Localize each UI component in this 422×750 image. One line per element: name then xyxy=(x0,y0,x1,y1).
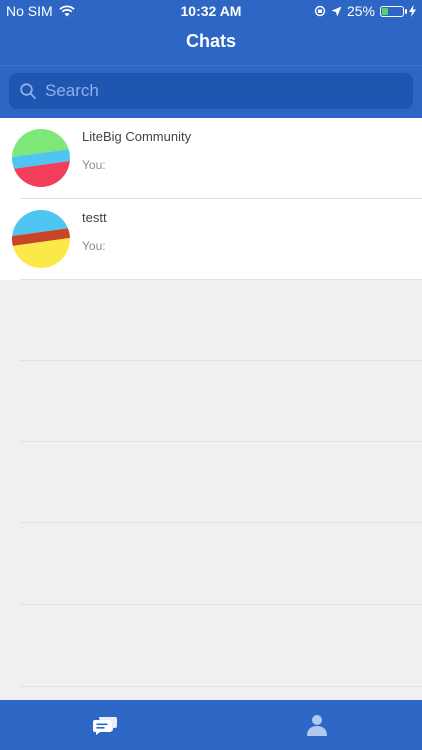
search-bar[interactable] xyxy=(9,73,413,109)
battery-icon xyxy=(380,5,407,17)
person-icon xyxy=(306,715,327,736)
row-divider xyxy=(20,279,422,280)
navigation-header: No SIM 10:32 AM 25% Chats xyxy=(0,0,422,118)
header-divider xyxy=(0,65,422,66)
search-input[interactable] xyxy=(43,80,407,102)
empty-row-divider xyxy=(20,686,422,687)
chat-preview: You: xyxy=(82,239,106,253)
chat-preview: You: xyxy=(82,158,106,172)
chat-name: LiteBig Community xyxy=(82,129,192,144)
charging-bolt-icon xyxy=(409,5,416,17)
chat-list: LiteBig Community You: testt You: xyxy=(0,118,422,280)
empty-row-divider xyxy=(20,360,422,361)
chat-avatar xyxy=(12,129,70,187)
battery-percent: 25% xyxy=(346,3,375,19)
chat-row-litebig-community[interactable]: LiteBig Community You: xyxy=(0,118,422,199)
chat-row-testt[interactable]: testt You: xyxy=(0,199,422,280)
search-icon xyxy=(20,83,36,99)
orientation-lock-icon xyxy=(314,5,326,17)
empty-row-divider xyxy=(20,604,422,605)
tab-bar xyxy=(0,700,422,750)
status-bar: No SIM 10:32 AM 25% xyxy=(0,0,422,22)
chat-name: testt xyxy=(82,210,107,225)
chat-bubbles-icon xyxy=(92,717,117,735)
empty-row-divider xyxy=(20,522,422,523)
page-title: Chats xyxy=(185,31,236,51)
status-right: 25% xyxy=(314,3,416,19)
location-arrow-icon xyxy=(331,6,342,16)
tab-chats[interactable] xyxy=(0,700,211,750)
empty-row-divider xyxy=(20,441,422,442)
tab-profile[interactable] xyxy=(211,700,422,750)
chat-avatar xyxy=(12,210,70,268)
